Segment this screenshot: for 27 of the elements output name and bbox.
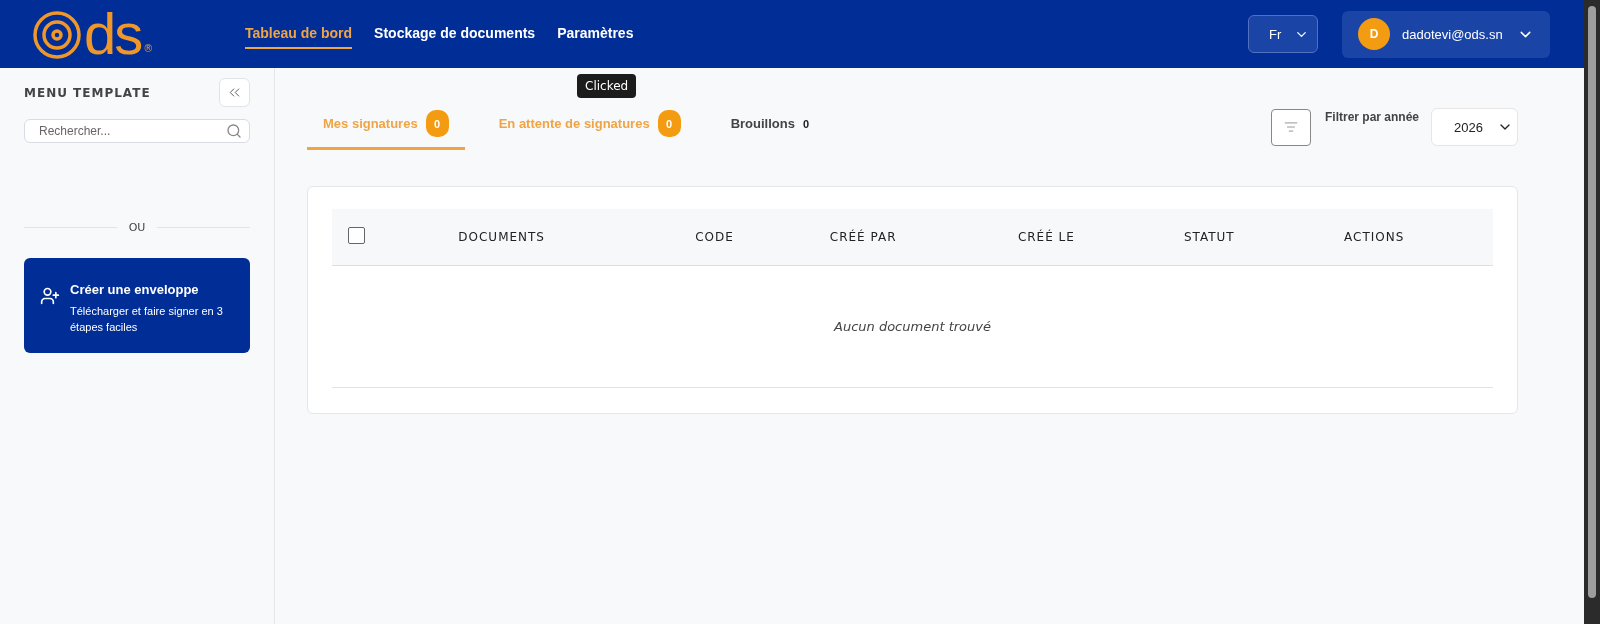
- divider-label: OU: [128, 221, 146, 234]
- sidebar-title: MENU TEMPLATE: [24, 85, 151, 100]
- empty-message: Aucun document trouvé: [834, 318, 991, 334]
- column-header: ACTIONS: [1344, 229, 1405, 244]
- avatar: D: [1358, 18, 1390, 50]
- create-envelope-card[interactable]: Créer une enveloppe Télécharger et faire signer en 3 étapes faciles: [24, 258, 250, 353]
- logo: ds®: [32, 8, 245, 60]
- search-field[interactable]: Rechercher...: [24, 119, 250, 143]
- count-label: 0: [802, 117, 810, 130]
- nav-link[interactable]: Tableau de bord: [245, 19, 353, 49]
- language-select[interactable]: Fr: [1248, 15, 1318, 53]
- nav-link[interactable]: Paramètres: [557, 19, 634, 49]
- nav-link[interactable]: Stockage de documents: [374, 19, 536, 49]
- tab[interactable]: Brouillons 0: [714, 104, 826, 150]
- card-description: Télécharger et faire signer en 3 étapes faciles: [70, 304, 224, 335]
- filter-label: Filtrer par année: [1324, 109, 1419, 124]
- count-badge: 0: [425, 110, 449, 137]
- year-select[interactable]: 2026: [1431, 108, 1518, 146]
- column-header: CRÉÉ LE: [1017, 229, 1075, 244]
- user-menu[interactable]: D dadotevi@ods.sn: [1342, 10, 1550, 58]
- tooltip: Clicked: [577, 74, 637, 98]
- column-header: DOCUMENTS: [458, 229, 545, 244]
- column-header: CRÉÉ PAR: [829, 229, 897, 244]
- column-header: STATUT: [1183, 229, 1235, 244]
- count-badge: 0: [657, 110, 681, 137]
- card-title: Créer une enveloppe: [70, 282, 200, 297]
- column-header: CODE: [695, 229, 734, 244]
